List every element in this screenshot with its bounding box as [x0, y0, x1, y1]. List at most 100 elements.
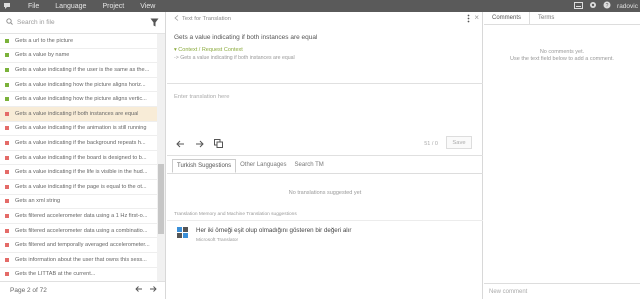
untranslated-status-icon: [5, 111, 9, 116]
chevron-left-icon[interactable]: [174, 15, 179, 23]
next-page-icon[interactable]: [149, 285, 157, 295]
list-scrollbar[interactable]: [157, 34, 165, 281]
translated-status-icon: [5, 38, 9, 43]
list-item[interactable]: Gets a value indicating if the life is v…: [0, 165, 158, 180]
list-item[interactable]: Gets a value indicating if the user is t…: [0, 63, 158, 78]
app-logo[interactable]: [0, 0, 14, 12]
list-item[interactable]: Gets filtered and temporally averaged ac…: [0, 238, 158, 253]
untranslated-status-icon: [5, 184, 9, 189]
tab-other-languages[interactable]: Other Languages: [236, 159, 290, 173]
comments-tabs: Comments Terms: [484, 12, 640, 25]
tm-label: Translation Memory and Machine Translati…: [174, 212, 297, 217]
no-comments-line1: No comments yet.: [539, 49, 585, 55]
list-item-label: Gets information about the user that own…: [15, 256, 147, 263]
gear-icon[interactable]: [589, 1, 597, 11]
mt-suggestion[interactable]: Her iki örneği eşit olup olmadığını göst…: [177, 227, 351, 243]
translated-status-icon: [5, 97, 9, 102]
list-item[interactable]: Gets a value indicating how the picture …: [0, 78, 158, 93]
list-item[interactable]: Gets a value by name: [0, 49, 158, 64]
untranslated-status-icon: [5, 155, 9, 160]
menu-file[interactable]: File: [28, 3, 39, 10]
tab-turkish-suggestions[interactable]: Turkish Suggestions: [172, 159, 237, 173]
list-item[interactable]: Gets a value indicating how the picture …: [0, 92, 158, 107]
no-suggestions-text: No translations suggested yet: [288, 190, 362, 196]
suggestion-tabs: Turkish Suggestions Other Languages Sear…: [172, 159, 328, 173]
more-options-icon[interactable]: [467, 14, 470, 25]
list-item[interactable]: Gets a url to the picture: [0, 34, 158, 49]
translation-panel: Text for Translation × Gets a value indi…: [167, 12, 483, 299]
tab-underline: [167, 173, 483, 174]
list-item[interactable]: Gets an xml string: [0, 195, 158, 210]
search-icon: [6, 18, 13, 27]
list-item-label: Gets filtered and temporally averaged ac…: [15, 242, 150, 249]
tab-terms[interactable]: Terms: [530, 12, 562, 24]
list-item-label: Gets an xml string: [15, 198, 61, 205]
untranslated-status-icon: [5, 170, 9, 175]
page-indicator: Page 2 of 72: [10, 287, 47, 294]
list-item-label: Gets a value indicating if the board is …: [15, 154, 147, 161]
translation-input[interactable]: Enter translation here: [174, 94, 229, 100]
list-item[interactable]: Gets filtered accelerometer data using a…: [0, 209, 158, 224]
list-item-label: Gets a value indicating if the animation…: [15, 125, 147, 132]
context-toggle[interactable]: ▾ Context / Request Context: [167, 41, 482, 53]
list-item-label: Gets a value indicating how the picture …: [15, 81, 146, 88]
menu-language[interactable]: Language: [55, 3, 86, 10]
scrollbar-thumb[interactable]: [158, 164, 164, 234]
keyboard-icon[interactable]: [574, 1, 584, 11]
no-comments-text: No comments yet. Use the text field belo…: [484, 49, 640, 63]
user-name[interactable]: radovic: [617, 3, 638, 10]
no-comments-line2: Use the text field below to add a commen…: [510, 56, 614, 62]
editor-actions: [176, 139, 223, 150]
list-item-label: Gets a url to the picture: [15, 37, 74, 44]
mt-provider: Microsoft Translator: [196, 238, 239, 243]
topbar-right: ? radovic: [574, 0, 638, 12]
divider: [167, 220, 483, 221]
save-button[interactable]: Save: [446, 136, 472, 149]
list-item[interactable]: Gets filtered accelerometer data using a…: [0, 224, 158, 239]
list-item[interactable]: Gets a value indicating if both instance…: [0, 106, 158, 122]
close-icon[interactable]: ×: [474, 13, 479, 22]
list-item-label: Gets a value indicating if the page is e…: [15, 183, 147, 190]
help-icon[interactable]: ?: [603, 1, 611, 11]
menu-project[interactable]: Project: [102, 3, 124, 10]
pager: Page 2 of 72: [0, 281, 165, 299]
tab-comments[interactable]: Comments: [484, 12, 531, 24]
translated-status-icon: [5, 67, 9, 72]
list-item[interactable]: Gets the LITTAB at the current...: [0, 268, 158, 282]
string-list-panel: Search in file Gets a url to the picture…: [0, 12, 166, 299]
list-item-label: Gets a value indicating if both instance…: [15, 110, 139, 117]
untranslated-status-icon: [5, 228, 9, 233]
arrow-right-icon[interactable]: [195, 140, 204, 150]
filter-icon[interactable]: [150, 18, 159, 29]
mt-text: Her iki örneği eşit olup olmadığını göst…: [196, 227, 352, 234]
context-label: Context / Request Context: [178, 47, 243, 53]
list-item[interactable]: Gets a value indicating if the animation…: [0, 122, 158, 137]
list-item[interactable]: Gets a value indicating if the board is …: [0, 151, 158, 166]
copy-source-icon[interactable]: [214, 139, 223, 150]
arrow-left-icon[interactable]: [176, 140, 185, 150]
translated-status-icon: [5, 82, 9, 87]
source-header-label: Text for Translation: [182, 16, 231, 22]
list-item[interactable]: Gets information about the user that own…: [0, 253, 158, 268]
search-input[interactable]: Search in file: [17, 19, 55, 26]
svg-text:?: ?: [606, 3, 609, 9]
new-comment-input[interactable]: New comment: [484, 283, 640, 299]
context-detail: -> Gets a value indicating if both insta…: [174, 55, 295, 61]
list-item[interactable]: Gets a value indicating if the backgroun…: [0, 136, 158, 151]
list-item-label: Gets a value indicating if the life is v…: [15, 169, 148, 176]
source-header: Text for Translation ×: [167, 12, 482, 26]
untranslated-status-icon: [5, 272, 9, 277]
translated-status-icon: [5, 53, 9, 58]
list-item-label: Gets filtered accelerometer data using a…: [15, 212, 148, 219]
list-item[interactable]: Gets a value indicating if the page is e…: [0, 180, 158, 195]
tab-search-tm[interactable]: Search TM: [291, 159, 328, 173]
chevron-down-icon: ▾: [174, 47, 177, 53]
list-item-label: Gets filtered accelerometer data using a…: [15, 227, 148, 234]
menu-view[interactable]: View: [140, 3, 155, 10]
microsoft-translator-icon: [177, 227, 188, 238]
source-text: Gets a value indicating if both instance…: [174, 34, 318, 41]
prev-page-icon[interactable]: [135, 285, 143, 295]
untranslated-status-icon: [5, 199, 9, 204]
search-bar: Search in file: [0, 12, 165, 34]
untranslated-status-icon: [5, 126, 9, 131]
